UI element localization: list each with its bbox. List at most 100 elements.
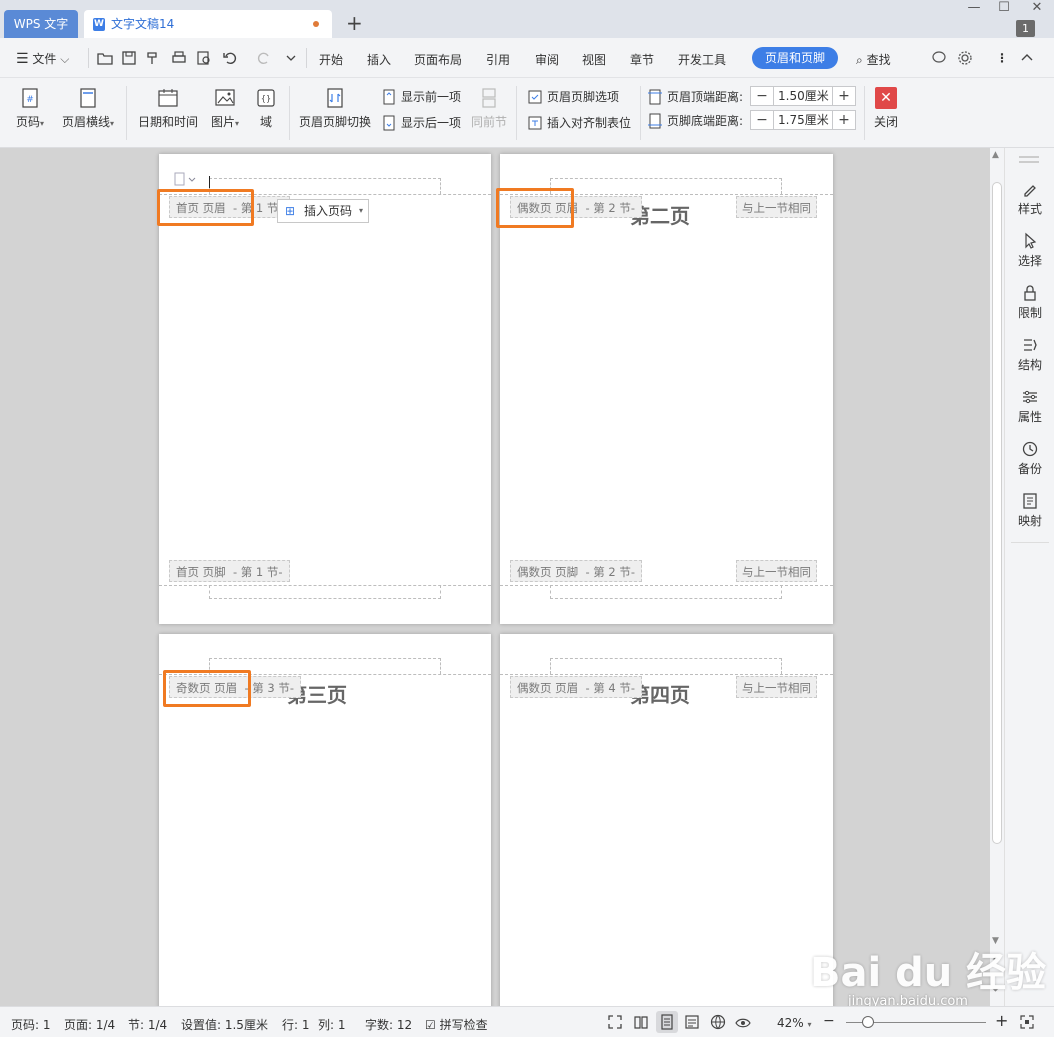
maximize-icon[interactable]: ☐ (991, 0, 1017, 18)
panel-item-select[interactable]: 选择 (1005, 232, 1054, 269)
menu-bar: ☰ 文件 ⌵ 开始 插入 页面布局 引用 审阅 视图 章节 开发工具 页眉和页脚… (0, 38, 1054, 78)
close-window-icon[interactable]: ✕ (1024, 0, 1050, 18)
header-line-button[interactable]: 页眉横线▾ (57, 87, 119, 130)
doc-options-icon[interactable] (174, 172, 198, 186)
panel-grip (1019, 156, 1039, 158)
panel-item-restrict[interactable]: 限制 (1005, 284, 1054, 321)
link-to-previous-icon (482, 88, 496, 108)
picture-button[interactable]: 图片▾ (207, 87, 243, 130)
status-section[interactable]: 节: 1/4 (128, 1016, 167, 1033)
redo-icon[interactable] (256, 50, 272, 66)
field-button[interactable]: {} 域 (254, 87, 278, 130)
app-tab[interactable]: WPS 文字 (4, 10, 78, 38)
svg-text:{}: {} (261, 94, 271, 103)
insert-page-number-label: 插入页码 (304, 204, 353, 218)
tab-home[interactable]: 开始 (319, 51, 343, 68)
new-tab-button[interactable]: + (346, 12, 363, 34)
collapse-ribbon-icon[interactable] (1019, 50, 1035, 66)
panel-item-properties[interactable]: 属性 (1005, 388, 1054, 425)
panel-item-structure[interactable]: 结构 (1005, 336, 1054, 373)
open-folder-icon[interactable] (97, 50, 113, 66)
show-next-label: 显示后一项 (401, 116, 462, 130)
same-as-previous-button[interactable]: 同前节 (470, 87, 508, 130)
panel-item-label: 属性 (1017, 410, 1042, 424)
insert-page-number-button[interactable]: ⊞ 插入页码 ▾ (277, 199, 370, 223)
search-button[interactable]: ⌕ 查找 (856, 51, 891, 68)
header-top-distance-stepper[interactable]: − 1.50厘米 + (750, 86, 856, 106)
tab-page-layout[interactable]: 页面布局 (414, 51, 462, 68)
section-4-label: - 第 4 节- (585, 681, 636, 695)
tab-developer[interactable]: 开发工具 (678, 51, 726, 68)
read-mode-icon[interactable] (633, 1014, 649, 1030)
panel-item-label: 备份 (1017, 462, 1042, 476)
show-previous-button[interactable]: 显示前一项 (381, 88, 461, 106)
vertical-scrollbar[interactable]: ▲ ▼ ⏶ ⏷ (990, 148, 1004, 1006)
save-icon[interactable] (121, 50, 137, 66)
spell-check-icon: ☑ (425, 1018, 436, 1032)
footer-bottom-distance-stepper[interactable]: − 1.75厘米 + (750, 110, 856, 130)
eye-protection-icon[interactable] (735, 1014, 751, 1030)
print-icon[interactable] (171, 50, 187, 66)
tab-references[interactable]: 引用 (486, 51, 510, 68)
panel-item-mapping[interactable]: 映射 (1005, 492, 1054, 529)
tab-view[interactable]: 视图 (582, 51, 606, 68)
zoom-out-button[interactable]: − (823, 1013, 835, 1029)
tab-header-footer[interactable]: 页眉和页脚 (752, 47, 838, 69)
footer-bottom-distance-label: 页脚底端距离: (647, 112, 743, 130)
tab-review[interactable]: 审阅 (535, 51, 559, 68)
show-next-button[interactable]: 显示后一项 (381, 114, 461, 132)
panel-item-backup[interactable]: 备份 (1005, 440, 1054, 477)
decrease-footer-distance-button[interactable]: − (751, 111, 773, 129)
status-setting-value[interactable]: 设置值: 1.5厘米 (181, 1016, 268, 1033)
web-layout-globe-icon[interactable] (710, 1014, 726, 1030)
increase-footer-distance-button[interactable]: + (833, 111, 855, 129)
status-pages[interactable]: 页面: 1/4 (64, 1016, 115, 1033)
quick-access-dropdown-icon[interactable] (283, 50, 299, 66)
search-label: 查找 (866, 53, 891, 67)
panel-item-styles[interactable]: 样式 (1005, 180, 1054, 217)
zoom-slider-thumb[interactable] (861, 1016, 874, 1028)
page-4[interactable]: 第四页 偶数页 页眉 - 第 4 节- 与上一节相同 (500, 634, 833, 1006)
footer-bottom-distance-input[interactable]: 1.75厘米 (773, 111, 833, 129)
status-page-number[interactable]: 页码: 1 (11, 1016, 51, 1033)
chevron-down-icon: ▾ (359, 206, 364, 215)
footer-section-2-label: - 第 2 节- (585, 565, 636, 579)
format-painter-icon[interactable] (145, 50, 161, 66)
status-bar: 页码: 1 页面: 1/4 节: 1/4 设置值: 1.5厘米 行: 1 列: … (0, 1006, 1054, 1037)
header-top-distance-input[interactable]: 1.50厘米 (773, 87, 833, 105)
spell-check-button[interactable]: ☑ 拼写检查 (425, 1016, 488, 1033)
settings-gear-icon[interactable] (957, 50, 973, 66)
spell-check-label: 拼写检查 (439, 1018, 488, 1032)
zoom-in-button[interactable]: + (995, 1011, 1008, 1030)
header-footer-options-button[interactable]: 页眉页脚选项 (527, 88, 619, 106)
minimize-icon[interactable]: — (961, 0, 987, 18)
page-view-icon[interactable] (659, 1014, 675, 1030)
fit-window-icon[interactable] (1019, 1014, 1035, 1030)
header-top-distance-label: 页眉顶端距离: (647, 88, 743, 106)
show-next-icon (383, 115, 395, 131)
zoom-level-dropdown[interactable]: 42% ▾ (777, 1016, 812, 1030)
more-options-icon[interactable]: ⋮ (996, 51, 1008, 65)
page-number-button[interactable]: # 页码▾ (12, 87, 48, 130)
brush-icon (1024, 185, 1036, 197)
document-tab[interactable]: W 文字文稿14 (84, 10, 332, 38)
tab-insert[interactable]: 插入 (367, 51, 391, 68)
comment-icon[interactable] (931, 50, 947, 66)
insert-align-tab-button[interactable]: 插入对齐制表位 (527, 114, 631, 132)
fullscreen-icon[interactable] (607, 1014, 623, 1030)
decrease-header-distance-button[interactable]: − (751, 87, 773, 105)
date-time-button[interactable]: 日期和时间 (135, 87, 201, 130)
print-preview-icon[interactable] (196, 50, 212, 66)
increase-header-distance-button[interactable]: + (833, 87, 855, 105)
status-word-count[interactable]: 字数: 12 (365, 1016, 412, 1033)
scroll-up-icon[interactable]: ▲ (992, 150, 999, 160)
baidu-jingyan-watermark: Bai du 经验 (810, 950, 1047, 996)
file-menu[interactable]: ☰ 文件 ⌵ (16, 50, 69, 67)
document-canvas[interactable]: 首页 页眉 - 第 1 节- ⊞ 插入页码 ▾ 首页 页脚 - 第 1 节- 第… (0, 148, 990, 1006)
close-header-footer-button[interactable]: ✕ 关闭 (872, 87, 900, 130)
switch-header-footer-button[interactable]: 页眉页脚切换 (297, 87, 373, 130)
scrollbar-thumb[interactable] (992, 182, 1002, 844)
outline-view-icon[interactable] (684, 1014, 700, 1030)
tab-section[interactable]: 章节 (630, 51, 654, 68)
undo-icon[interactable] (222, 50, 238, 66)
